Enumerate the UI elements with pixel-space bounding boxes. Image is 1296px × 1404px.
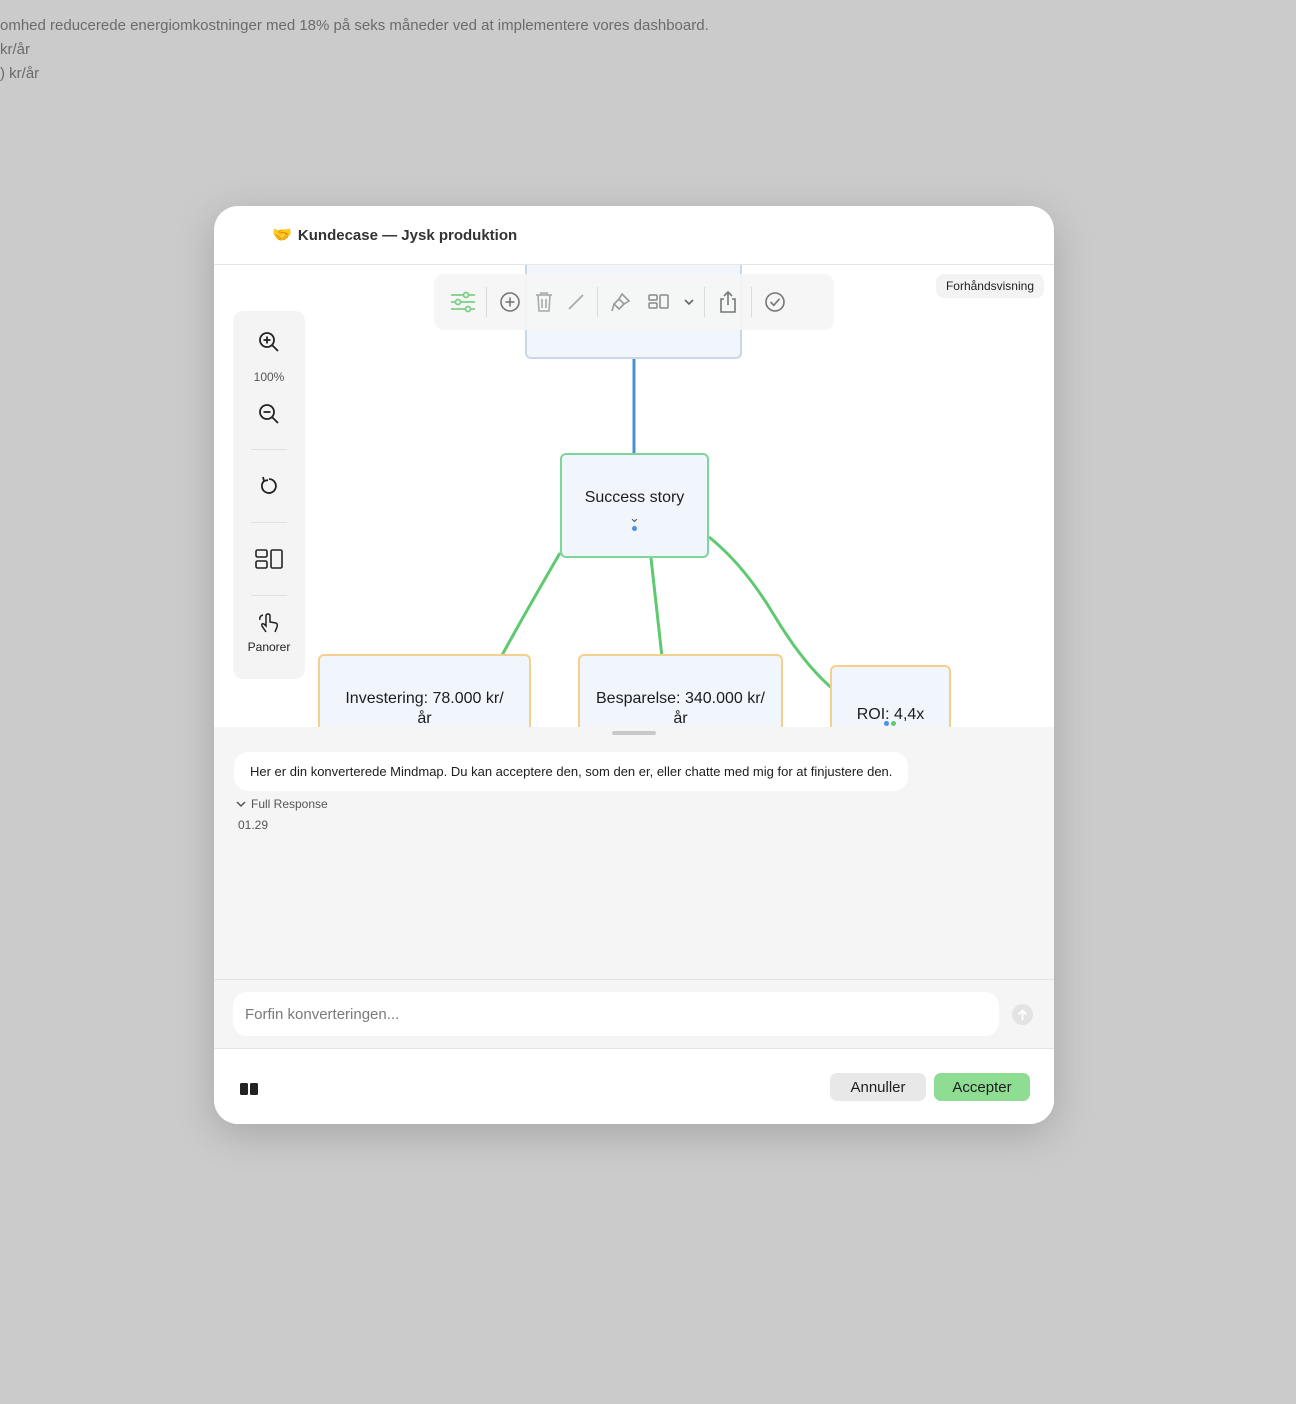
chevron-down-icon[interactable]: [678, 283, 700, 321]
node-label-investering: Investering: 78.000 kr/år: [345, 690, 504, 727]
checkmark-circle-icon[interactable]: [756, 283, 794, 321]
convert-dialog: 🤝 Kundecase — Jysk produktion Success st…: [214, 206, 1054, 1124]
dialog-titlebar: 🤝 Kundecase — Jysk produktion: [214, 206, 1054, 265]
brush-icon[interactable]: [602, 283, 640, 321]
dialog-title: Kundecase — Jysk produktion: [297, 226, 518, 244]
connection-dot: [884, 721, 889, 726]
zoom-level: 100%: [253, 370, 285, 384]
hand-icon[interactable]: [249, 608, 289, 638]
send-button[interactable]: [1012, 1004, 1033, 1025]
toolbar-divider: [597, 287, 598, 317]
toolbar-divider: [486, 287, 487, 317]
canvas-toolbar: [434, 274, 834, 330]
sidebar-toggle-icon[interactable]: [238, 1079, 260, 1099]
side-divider: [251, 522, 287, 523]
toolbar-divider: [751, 287, 752, 317]
assistant-message: Her er din konverterede Mindmap. Du kan …: [234, 752, 909, 791]
mindmap-node-besparelse[interactable]: Besparelse: 340.000 kr/år: [578, 654, 783, 727]
edge-success-investering: [499, 552, 562, 658]
node-label-success: Success story: [584, 488, 685, 506]
edge-success-besparelse: [649, 557, 664, 658]
share-icon[interactable]: [709, 283, 747, 321]
refine-input[interactable]: [233, 992, 999, 1036]
background-text-line-1: omhed reducerede energiomkostninger med …: [0, 17, 709, 34]
layout-icon[interactable]: [249, 539, 289, 579]
background-text-line-3: ) kr/år: [0, 65, 40, 82]
trash-icon[interactable]: [529, 283, 559, 321]
connection-dot: [632, 526, 637, 531]
full-response-toggle[interactable]: Full Response: [236, 797, 328, 811]
preview-badge: Forhåndsvisning: [935, 274, 1044, 298]
pencil-icon[interactable]: [559, 283, 593, 321]
zoom-in-icon[interactable]: [249, 322, 289, 362]
mindmap-node-roi[interactable]: ROI: 4,4x: [830, 665, 951, 727]
toolbar-divider: [704, 287, 705, 317]
handshake-icon: 🤝: [272, 227, 292, 244]
layout-icon[interactable]: [640, 283, 678, 321]
dialog-footer: Annuller Accepter: [214, 1048, 1054, 1124]
sliders-icon[interactable]: [444, 283, 482, 321]
cancel-button[interactable]: Annuller: [830, 1073, 926, 1101]
mindmap-node-success-story[interactable]: Success story ⌄: [560, 453, 709, 558]
side-divider: [251, 449, 287, 450]
background-text-line-2: kr/år: [0, 41, 30, 58]
zoom-controls: 100% Panorer: [233, 311, 305, 679]
full-response-label: Full Response: [251, 797, 328, 811]
mindmap-canvas[interactable]: Success story ⌄ Investering: 78.000 kr/å…: [214, 265, 1054, 727]
resize-handle[interactable]: [612, 731, 656, 735]
node-label-besparelse: Besparelse: 340.000 kr/år: [596, 690, 765, 727]
chevron-down-icon: [236, 801, 246, 808]
chat-panel: Her er din konverterede Mindmap. Du kan …: [214, 727, 1054, 979]
mindmap-node-investering[interactable]: Investering: 78.000 kr/år: [318, 654, 531, 727]
add-circle-icon[interactable]: [491, 283, 529, 321]
pan-label: Panorer: [247, 640, 291, 654]
collapse-chevron-icon[interactable]: ⌄: [629, 511, 640, 524]
accept-button[interactable]: Accepter: [934, 1073, 1030, 1101]
connection-dot: [891, 721, 896, 726]
chat-input-row: [214, 979, 1054, 1048]
side-divider: [251, 595, 287, 596]
arrow-up-icon: [1017, 1008, 1028, 1020]
reset-icon[interactable]: [249, 466, 289, 506]
zoom-out-icon[interactable]: [249, 394, 289, 434]
message-timestamp: 01.29: [238, 818, 269, 832]
